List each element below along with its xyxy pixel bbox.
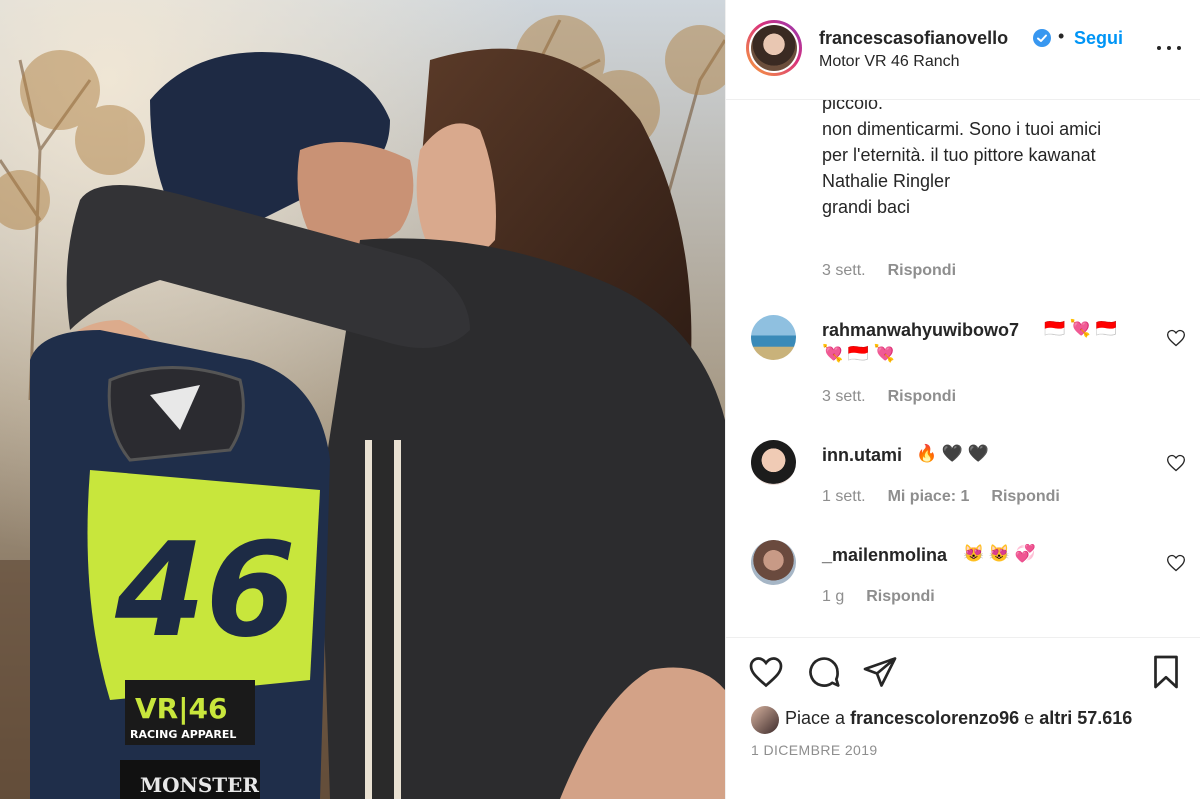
comment-username[interactable]: inn.utami bbox=[822, 445, 902, 466]
verified-badge-icon bbox=[1033, 29, 1051, 47]
comment-time[interactable]: 1 g bbox=[822, 588, 844, 605]
comment-reply-button[interactable]: Rispondi bbox=[991, 488, 1059, 505]
share-icon[interactable] bbox=[862, 654, 898, 690]
photo-brand-sub: RACING APPAREL bbox=[130, 728, 236, 741]
liker-avatar[interactable] bbox=[751, 706, 779, 734]
likes-middle: e bbox=[1024, 708, 1035, 728]
comment-time[interactable]: 3 sett. bbox=[822, 388, 866, 405]
comment-username[interactable]: _mailenmolina bbox=[822, 545, 947, 566]
caption-line: non dimenticarmi. Sono i tuoi amici bbox=[822, 119, 1102, 139]
likes-summary[interactable]: Piace a francescolorenzo96 e altri 57.61… bbox=[751, 704, 1191, 736]
header-separator: • bbox=[1058, 26, 1065, 46]
comment-username[interactable]: rahmanwahyuwibowo7 bbox=[822, 320, 1019, 341]
comment-heart-icon[interactable] bbox=[1166, 453, 1186, 473]
post-date[interactable]: 1 DICEMBRE 2019 bbox=[751, 742, 878, 758]
follow-button[interactable]: Segui bbox=[1074, 28, 1123, 49]
comment-meta: 1 g Rispondi bbox=[822, 588, 935, 606]
caption-text: piccolo. non dimenticarmi. Sono i tuoi a… bbox=[822, 100, 1162, 220]
comment-heart-icon[interactable] bbox=[1166, 328, 1186, 348]
photo-brand: VR|46 bbox=[135, 692, 227, 725]
post-image: 46 VR|46 RACING APPAREL MONSTER bbox=[0, 0, 725, 799]
heart-icon[interactable] bbox=[748, 654, 784, 690]
comment-text: 🇮🇩 💘 🇮🇩 bbox=[1044, 319, 1117, 338]
comment-text: 😻 😻 💞 bbox=[963, 544, 1036, 563]
caption-line: grandi baci bbox=[822, 197, 911, 217]
photo-sponsor: MONSTER bbox=[140, 773, 259, 797]
comment-meta: 1 sett. Mi piace: 1 Rispondi bbox=[822, 488, 1060, 506]
photo-number: 46 bbox=[114, 514, 296, 666]
more-options-icon[interactable] bbox=[1154, 38, 1184, 58]
bookmark-icon[interactable] bbox=[1148, 654, 1184, 690]
post-location[interactable]: Motor VR 46 Ranch bbox=[819, 53, 960, 71]
avatar-image bbox=[751, 25, 797, 71]
likes-count[interactable]: altri 57.616 bbox=[1039, 708, 1132, 728]
comment-time[interactable]: 1 sett. bbox=[822, 488, 866, 505]
caption-time[interactable]: 3 sett. bbox=[822, 262, 866, 279]
comment-text: 🔥 🖤 🖤 bbox=[916, 444, 989, 463]
liker-username[interactable]: francescolorenzo96 bbox=[850, 708, 1019, 728]
author-username[interactable]: francescasofianovello bbox=[819, 28, 1008, 49]
post-header: francescasofianovello • Segui Motor VR 4… bbox=[726, 0, 1200, 100]
avatar-inner bbox=[749, 23, 799, 73]
caption-line: per l'eternità. il tuo pittore kawanat bbox=[822, 145, 1096, 165]
comment-reply-button[interactable]: Rispondi bbox=[866, 588, 934, 605]
comment-avatar[interactable] bbox=[751, 315, 796, 360]
post-photo[interactable]: 46 VR|46 RACING APPAREL MONSTER bbox=[0, 0, 725, 799]
caption-meta: 3 sett. Rispondi bbox=[822, 262, 956, 280]
comments-list[interactable]: piccolo. non dimenticarmi. Sono i tuoi a… bbox=[726, 100, 1200, 637]
caption-line: Nathalie Ringler bbox=[822, 171, 951, 191]
caption-line: piccolo. bbox=[822, 100, 884, 113]
post-actions: Piace a francescolorenzo96 e altri 57.61… bbox=[726, 637, 1200, 799]
comment-likes[interactable]: Mi piace: 1 bbox=[888, 488, 970, 505]
caption-reply-button[interactable]: Rispondi bbox=[888, 262, 956, 279]
comment-icon[interactable] bbox=[806, 654, 842, 690]
comment-avatar[interactable] bbox=[751, 540, 796, 585]
comment-text: 💘 🇮🇩 💘 bbox=[822, 344, 895, 363]
comment-heart-icon[interactable] bbox=[1166, 553, 1186, 573]
post-sidebar: francescasofianovello • Segui Motor VR 4… bbox=[725, 0, 1200, 799]
author-avatar[interactable] bbox=[746, 20, 802, 76]
likes-prefix: Piace a bbox=[785, 708, 846, 728]
comment-avatar[interactable] bbox=[751, 440, 796, 485]
likes-text: Piace a francescolorenzo96 e altri 57.61… bbox=[785, 708, 1132, 729]
comment-reply-button[interactable]: Rispondi bbox=[888, 388, 956, 405]
comment-meta: 3 sett. Rispondi bbox=[822, 388, 956, 406]
